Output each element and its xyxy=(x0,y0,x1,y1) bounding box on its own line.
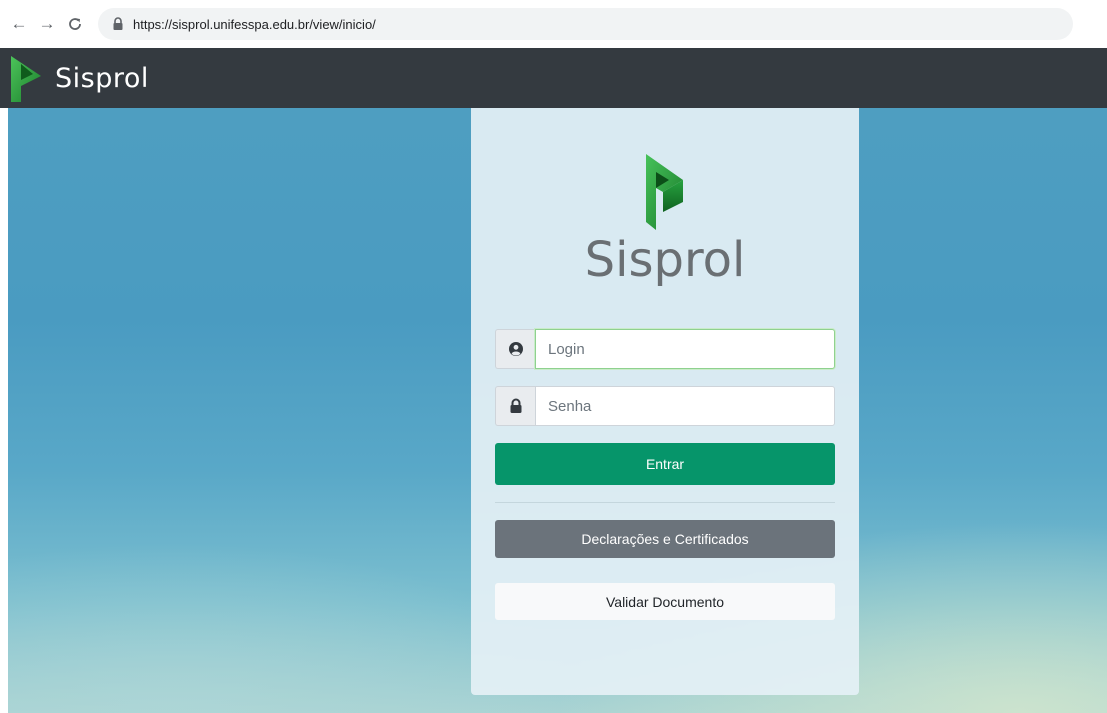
header-brand[interactable]: Sisprol xyxy=(55,63,149,94)
card-logo-text: Sisprol xyxy=(585,232,746,288)
login-input-group xyxy=(495,329,835,369)
login-input[interactable] xyxy=(535,329,835,369)
browser-toolbar: ← → https://sisprol.unifesspa.edu.br/vie… xyxy=(0,0,1107,48)
password-input-group xyxy=(495,386,835,426)
divider xyxy=(495,502,835,503)
sisprol-logo-icon[interactable] xyxy=(9,52,43,104)
back-arrow-icon[interactable]: ← xyxy=(8,13,30,35)
forward-arrow-icon[interactable]: → xyxy=(36,13,58,35)
app-header: Sisprol xyxy=(0,48,1107,108)
url-text: https://sisprol.unifesspa.edu.br/view/in… xyxy=(133,16,376,32)
lock-icon xyxy=(495,386,535,426)
secure-lock-icon xyxy=(112,17,124,31)
submit-button[interactable]: Entrar xyxy=(495,443,835,485)
validate-document-button[interactable]: Validar Documento xyxy=(495,583,835,620)
login-card: Sisprol Entrar Declarações e Certificado… xyxy=(471,108,859,695)
reload-icon[interactable] xyxy=(64,13,86,35)
address-bar[interactable]: https://sisprol.unifesspa.edu.br/view/in… xyxy=(98,8,1073,40)
declarations-button[interactable]: Declarações e Certificados xyxy=(495,520,835,558)
password-input[interactable] xyxy=(535,386,835,426)
sisprol-card-logo: Sisprol xyxy=(585,154,746,288)
user-circle-icon xyxy=(495,329,535,369)
